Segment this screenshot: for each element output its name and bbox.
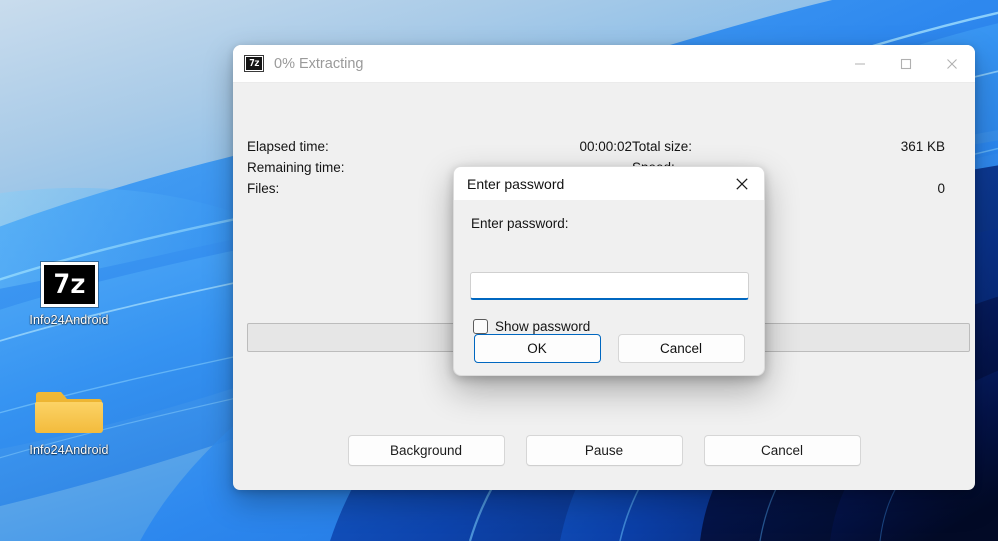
speed-value [752, 157, 945, 178]
maximize-icon [900, 58, 912, 70]
processed-value: 0 [937, 181, 945, 196]
close-icon [947, 59, 957, 69]
total-size-label: Total size: [632, 139, 693, 154]
window-footer: Background Pause Cancel [233, 425, 975, 489]
desktop-icon-archive-label: Info24Android [29, 313, 109, 327]
password-input[interactable] [471, 273, 748, 298]
background-button[interactable]: Background [347, 434, 505, 466]
sevenzip-glyph-text: 7z [52, 269, 86, 300]
show-password-checkbox[interactable] [473, 319, 488, 334]
total-size-value: 361 KB [900, 139, 945, 154]
password-field-wrapper[interactable] [470, 272, 749, 300]
show-password-label: Show password [495, 319, 591, 334]
dialog-cancel-button[interactable]: Cancel [617, 334, 745, 363]
dialog-body: Enter password: Show password OK Cancel [454, 200, 764, 375]
sevenzip-app-icon: 7z [244, 55, 264, 72]
dialog-buttons: OK Cancel [454, 334, 764, 363]
desktop-icon-archive[interactable]: 7z Info24Android [10, 262, 128, 328]
close-icon [736, 177, 748, 190]
dialog-close-button[interactable] [720, 167, 764, 200]
sevenzip-app-icon-text: 7z [249, 57, 260, 69]
close-button[interactable] [929, 45, 975, 83]
dialog-title: Enter password [467, 175, 565, 192]
window-titlebar[interactable]: 7z 0% Extracting [233, 45, 975, 83]
desktop[interactable]: 7z Info24Android Info24Android 7z 0% Ext… [0, 0, 998, 541]
elapsed-time-label: Elapsed time: [247, 139, 329, 154]
cancel-button[interactable]: Cancel [703, 434, 861, 466]
ok-button[interactable]: OK [473, 334, 601, 363]
elapsed-time-value: 00:00:02 [579, 139, 632, 154]
window-title: 0% Extracting [274, 55, 364, 72]
folder-icon [35, 392, 103, 433]
desktop-icon-folder[interactable]: Info24Android [10, 385, 128, 458]
maximize-button[interactable] [883, 45, 929, 83]
minimize-icon [855, 63, 865, 65]
window-controls [837, 45, 975, 83]
enter-password-dialog[interactable]: Enter password Enter password: Show pass… [453, 166, 765, 376]
show-password-row[interactable]: Show password [473, 319, 590, 334]
minimize-button[interactable] [837, 45, 883, 83]
pause-button[interactable]: Pause [525, 434, 683, 466]
password-prompt-label: Enter password: [471, 216, 569, 231]
dialog-titlebar[interactable]: Enter password [454, 167, 764, 200]
desktop-icon-folder-label: Info24Android [29, 443, 109, 457]
sevenzip-archive-icon: 7z [40, 262, 98, 307]
